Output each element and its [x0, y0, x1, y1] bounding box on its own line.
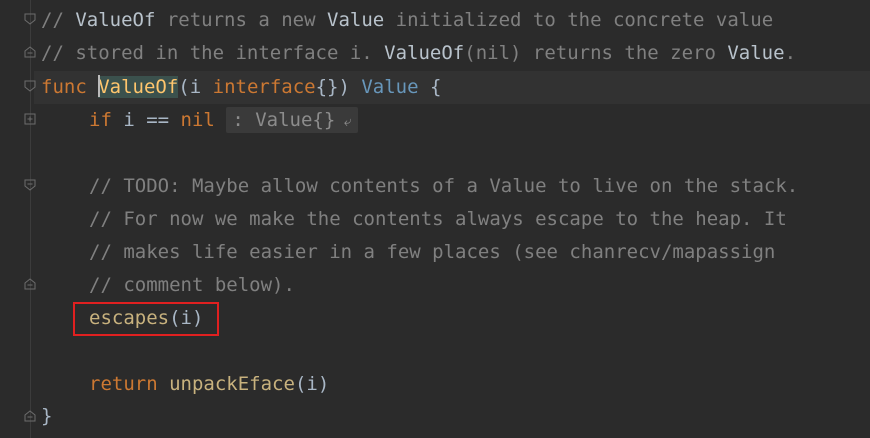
- condition-text: i ==: [111, 109, 181, 131]
- comment-text: .: [784, 42, 797, 64]
- code-line[interactable]: // ValueOf returns a new Value initializ…: [41, 4, 773, 37]
- keyword-func: func: [41, 76, 87, 98]
- folded-region[interactable]: : Value{} ⤶: [226, 107, 358, 133]
- code-line[interactable]: return unpackEface(i): [89, 368, 329, 401]
- code-line[interactable]: // TODO: Maybe allow contents of a Value…: [89, 170, 798, 203]
- comment-text: returns a new: [155, 9, 327, 31]
- function-call[interactable]: unpackEface: [169, 373, 295, 395]
- keyword-return: return: [89, 373, 158, 395]
- fold-end-icon[interactable]: [24, 46, 36, 58]
- editor-gutter: [0, 0, 34, 438]
- open-brace: {: [418, 76, 442, 98]
- comment-text: (nil) returns the zero: [464, 42, 728, 64]
- fold-collapse-icon[interactable]: [24, 80, 36, 92]
- code-editor[interactable]: // ValueOf returns a new Value initializ…: [0, 0, 870, 438]
- code-line[interactable]: // stored in the interface i. ValueOf(ni…: [41, 37, 796, 70]
- fold-collapse-icon[interactable]: [24, 179, 36, 191]
- code-line[interactable]: func ValueOf(i interface{}) Value {: [41, 71, 441, 104]
- fold-return-icon: ⤶: [335, 114, 352, 130]
- keyword-nil: nil: [180, 109, 215, 131]
- close-brace[interactable]: }: [41, 400, 52, 433]
- fold-end-icon[interactable]: [24, 410, 36, 422]
- comment-identifier: Value: [727, 42, 785, 64]
- keyword-interface: interface: [212, 76, 316, 98]
- comment-identifier: ValueOf: [75, 9, 156, 31]
- code-line[interactable]: // makes life easier in a few places (se…: [89, 236, 775, 269]
- highlight-box: [73, 302, 219, 336]
- code-line[interactable]: if i == nil : Value{} ⤶: [89, 104, 358, 137]
- keyword-if: if: [89, 109, 112, 131]
- return-type[interactable]: Value: [361, 76, 418, 98]
- text-caret: [98, 75, 101, 97]
- function-name[interactable]: ValueOf: [98, 76, 179, 98]
- fold-end-icon[interactable]: [24, 278, 36, 290]
- folded-text: : Value{}: [232, 109, 336, 131]
- code-line[interactable]: // comment below).: [89, 269, 295, 302]
- gutter-divider: [30, 0, 31, 438]
- comment-text: //: [41, 9, 76, 31]
- comment-text: initialized to the concrete value: [384, 9, 774, 31]
- param-text: {}): [315, 76, 362, 98]
- comment-identifier: Value: [327, 9, 385, 31]
- call-args: (i): [294, 373, 330, 395]
- code-line[interactable]: // For now we make the contents always e…: [89, 203, 787, 236]
- param-text: (i: [178, 76, 213, 98]
- fold-collapse-icon[interactable]: [24, 13, 36, 25]
- comment-text: // stored in the interface i.: [41, 42, 385, 64]
- fold-expand-icon[interactable]: [24, 113, 36, 125]
- comment-identifier: ValueOf: [384, 42, 465, 64]
